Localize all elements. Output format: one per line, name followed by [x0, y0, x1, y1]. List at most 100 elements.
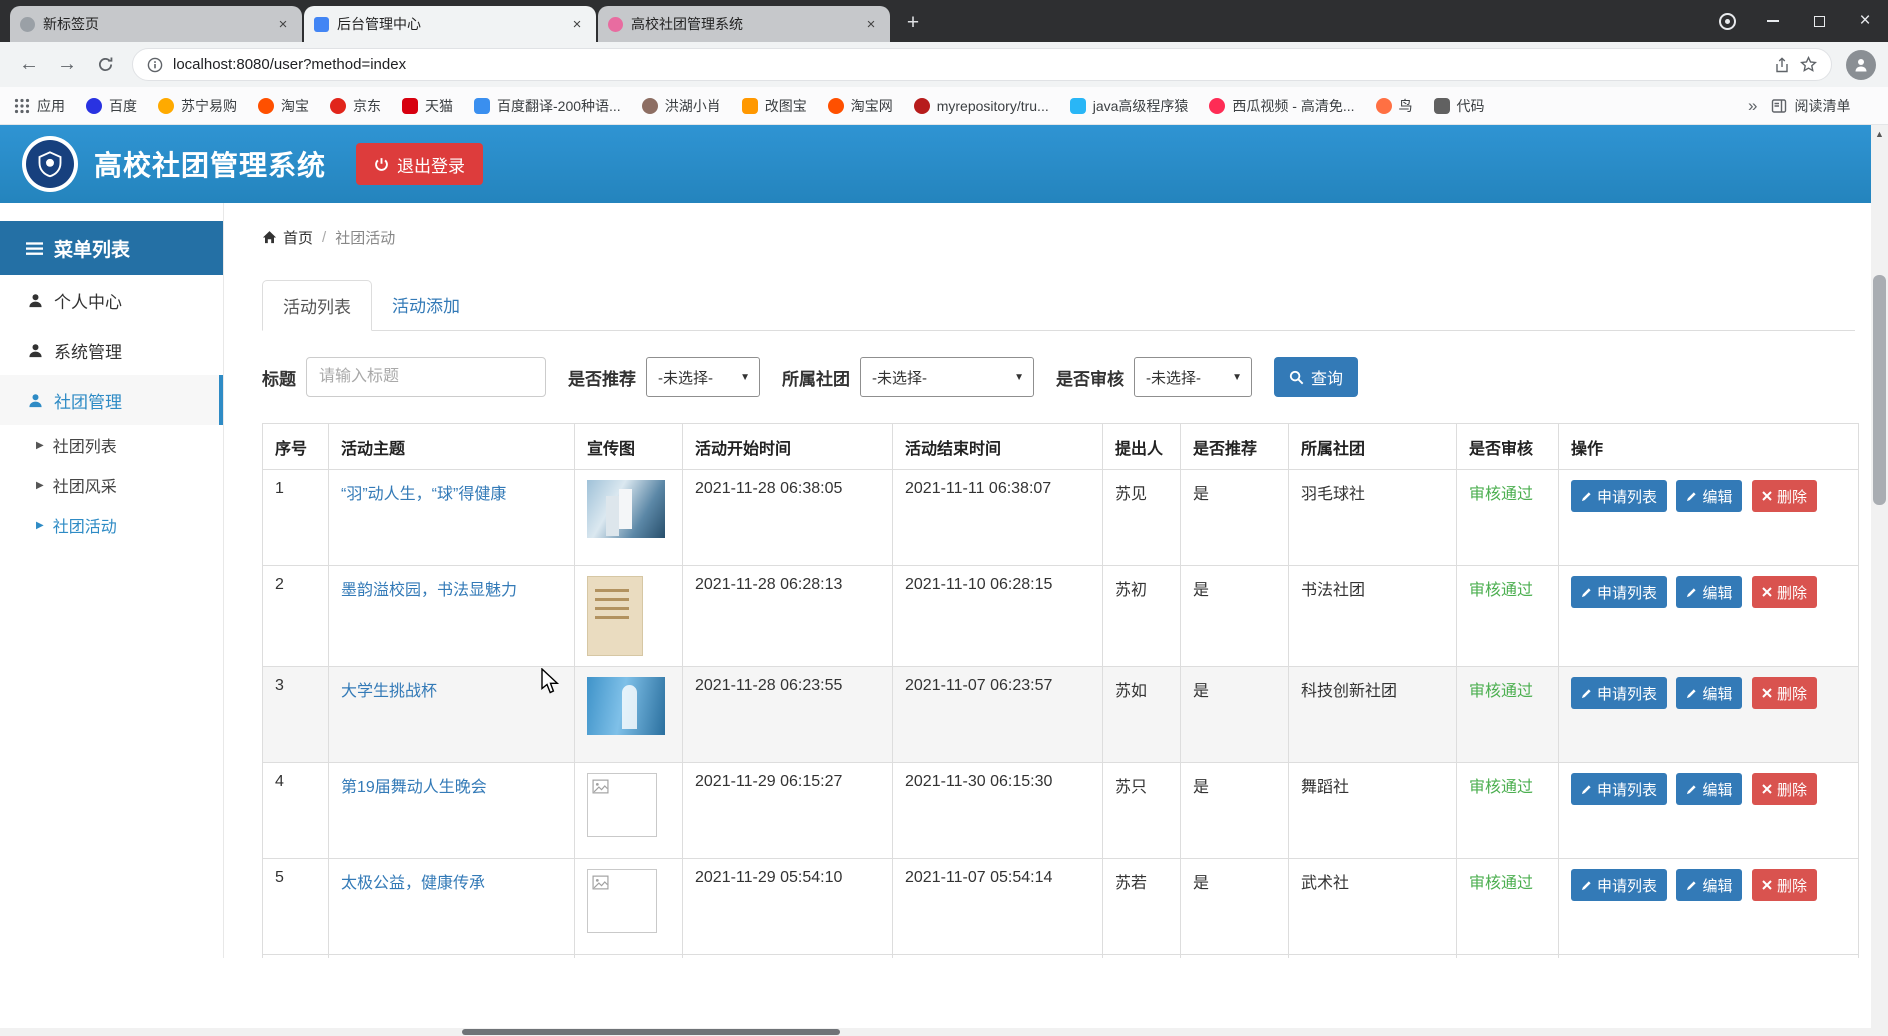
activity-thumbnail: [587, 576, 643, 656]
tab-close-icon[interactable]: ×: [274, 15, 292, 33]
title-filter-input[interactable]: [306, 357, 546, 397]
bookmark-favicon: [828, 98, 844, 114]
site-info-icon[interactable]: [147, 57, 163, 73]
table-row: 5 太极公益，健康传承 2021-11-29 05:54:10 2021-11-…: [263, 859, 1859, 955]
tab-activity-list[interactable]: 活动列表: [262, 280, 372, 331]
activity-title-link[interactable]: 第19届舞动人生晚会: [341, 779, 487, 796]
browser-tab-bar: 新标签页 × 后台管理中心 × 高校社团管理系统 × + ×: [0, 0, 1888, 42]
apply-list-button[interactable]: 申请列表: [1571, 677, 1667, 709]
audit-filter-select[interactable]: -未选择- ▼: [1134, 357, 1252, 397]
sidebar-subitem-club-activities[interactable]: ▶ 社团活动: [0, 505, 223, 545]
address-bar[interactable]: localhost:8080/user?method=index: [132, 48, 1832, 81]
bookmark-item[interactable]: java高级程序猿: [1070, 96, 1189, 116]
bookmark-item[interactable]: 西瓜视频 - 高清免...: [1209, 96, 1354, 116]
bookmark-item[interactable]: 改图宝: [742, 96, 807, 116]
edit-button[interactable]: 编辑: [1676, 869, 1742, 901]
broken-image-icon: [587, 869, 657, 933]
sidebar-item-personal-center[interactable]: 个人中心: [0, 275, 223, 325]
sidebar-subitem-club-list[interactable]: ▶ 社团列表: [0, 425, 223, 465]
tab-close-icon[interactable]: ×: [862, 15, 880, 33]
activity-title-link[interactable]: 大学生挑战杯: [341, 683, 437, 700]
chevron-down-icon: ▼: [1014, 372, 1024, 383]
bookmark-label: 苏宁易购: [181, 96, 237, 116]
breadcrumb-current: 社团活动: [335, 227, 395, 248]
forward-icon[interactable]: →: [50, 48, 84, 82]
edit-button[interactable]: 编辑: [1676, 773, 1742, 805]
breadcrumb: 首页 / 社团活动: [262, 227, 1855, 248]
bookmark-favicon: [86, 98, 102, 114]
app-header: 高校社团管理系统 退出登录: [0, 125, 1871, 203]
user-icon: [28, 343, 43, 358]
browser-tab-admin-center[interactable]: 后台管理中心 ×: [304, 6, 596, 42]
bookmark-item[interactable]: 苏宁易购: [158, 96, 237, 116]
bookmark-item[interactable]: 京东: [330, 96, 381, 116]
apply-list-button[interactable]: 申请列表: [1571, 773, 1667, 805]
content-tabs: 活动列表 活动添加: [262, 280, 1855, 331]
bookmark-label: 淘宝: [281, 96, 309, 116]
vertical-scrollbar-thumb[interactable]: [1873, 275, 1886, 505]
bookmark-item[interactable]: 淘宝: [258, 96, 309, 116]
logout-button[interactable]: 退出登录: [356, 143, 483, 185]
edit-button[interactable]: 编辑: [1676, 677, 1742, 709]
bookmark-item[interactable]: 淘宝网: [828, 96, 893, 116]
apply-list-button[interactable]: 申请列表: [1571, 480, 1667, 512]
media-controls-button[interactable]: [1704, 0, 1750, 42]
bookmark-item[interactable]: 代码: [1434, 96, 1485, 116]
bookmark-item[interactable]: 天猫: [402, 96, 453, 116]
bookmark-star-icon[interactable]: [1800, 56, 1817, 73]
scroll-up-icon[interactable]: ▲: [1871, 125, 1888, 142]
activity-title-link[interactable]: “羽”动人生，“球”得健康: [341, 486, 506, 503]
table-row: 6 校园爱心筹 2021-11-28 05:43:45 2021-11-03 0…: [263, 955, 1859, 959]
col-actions: 操作: [1559, 424, 1859, 470]
horizontal-scrollbar[interactable]: [0, 1028, 1871, 1036]
col-end: 活动结束时间: [893, 424, 1103, 470]
browser-tab-newtab[interactable]: 新标签页 ×: [10, 6, 302, 42]
col-recommended: 是否推荐: [1181, 424, 1289, 470]
edit-button[interactable]: 编辑: [1676, 480, 1742, 512]
bookmark-item[interactable]: 洪湖小肖: [642, 96, 721, 116]
bookmark-item[interactable]: 百度翻译-200种语...: [474, 96, 621, 116]
delete-button[interactable]: 删除: [1752, 869, 1817, 901]
col-image: 宣传图: [575, 424, 683, 470]
delete-button[interactable]: 删除: [1752, 480, 1817, 512]
bookmark-favicon: [1209, 98, 1225, 114]
horizontal-scrollbar-thumb[interactable]: [462, 1029, 840, 1035]
bookmark-favicon: [330, 98, 346, 114]
activity-title-link[interactable]: 墨韵溢校园，书法显魅力: [341, 582, 517, 599]
refresh-icon[interactable]: [88, 48, 122, 82]
reading-list-icon: [1771, 98, 1787, 114]
web-page: 高校社团管理系统 退出登录 菜单列表 个人中心 系统管理: [0, 125, 1871, 1036]
breadcrumb-home-link[interactable]: 首页: [262, 227, 313, 248]
new-tab-button[interactable]: +: [898, 8, 928, 38]
bookmark-item[interactable]: 百度: [86, 96, 137, 116]
tab-activity-add[interactable]: 活动添加: [372, 280, 480, 330]
activity-title-link[interactable]: 太极公益，健康传承: [341, 875, 485, 892]
maximize-button[interactable]: [1796, 0, 1842, 42]
bookmarks-overflow-icon[interactable]: »: [1748, 96, 1757, 116]
bookmark-item[interactable]: 鸟: [1376, 96, 1413, 116]
profile-avatar[interactable]: [1846, 50, 1876, 80]
back-icon[interactable]: ←: [12, 48, 46, 82]
tab-close-icon[interactable]: ×: [568, 15, 586, 33]
sidebar-subitem-club-style[interactable]: ▶ 社团风采: [0, 465, 223, 505]
minimize-button[interactable]: [1750, 0, 1796, 42]
close-button[interactable]: ×: [1842, 0, 1888, 42]
share-icon[interactable]: [1774, 57, 1790, 73]
bookmark-item[interactable]: myrepository/tru...: [914, 98, 1049, 114]
delete-button[interactable]: 删除: [1752, 576, 1817, 608]
recommend-filter-select[interactable]: -未选择- ▼: [646, 357, 760, 397]
sidebar-item-club-management[interactable]: 社团管理: [0, 375, 223, 425]
sidebar-item-system-management[interactable]: 系统管理: [0, 325, 223, 375]
search-button[interactable]: 查询: [1274, 357, 1358, 397]
browser-tab-club-system[interactable]: 高校社团管理系统 ×: [598, 6, 890, 42]
delete-button[interactable]: 删除: [1752, 773, 1817, 805]
apply-list-button[interactable]: 申请列表: [1571, 576, 1667, 608]
reading-list-button[interactable]: 阅读清单: [1771, 96, 1850, 116]
tab-favicon: [314, 17, 329, 32]
vertical-scrollbar[interactable]: ▲: [1871, 125, 1888, 1036]
club-filter-select[interactable]: -未选择- ▼: [860, 357, 1034, 397]
apply-list-button[interactable]: 申请列表: [1571, 869, 1667, 901]
edit-button[interactable]: 编辑: [1676, 576, 1742, 608]
apps-shortcut[interactable]: 应用: [14, 96, 65, 116]
delete-button[interactable]: 删除: [1752, 677, 1817, 709]
